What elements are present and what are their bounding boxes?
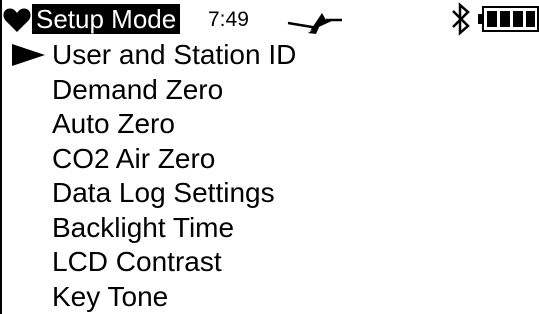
menu-item-auto-zero[interactable]: Auto Zero bbox=[0, 107, 539, 142]
mode-title: Setup Mode bbox=[32, 4, 181, 34]
menu-item-key-tone[interactable]: Key Tone bbox=[0, 280, 539, 314]
device-screen: Setup Mode 7:49 User and Station ID Dema… bbox=[0, 0, 539, 314]
menu-item-label: Data Log Settings bbox=[52, 177, 275, 208]
menu-item-user-and-station-id[interactable]: User and Station ID bbox=[0, 38, 539, 73]
menu-item-label: Backlight Time bbox=[52, 211, 235, 243]
menu-item-label: Demand Zero bbox=[52, 73, 224, 105]
battery-icon bbox=[478, 6, 539, 32]
menu-item-data-log-settings[interactable]: Data Log Settings bbox=[0, 176, 539, 211]
menu-item-label: Key Tone bbox=[52, 280, 169, 312]
menu-item-label: User and Station ID bbox=[52, 39, 297, 70]
heart-icon bbox=[3, 8, 31, 32]
selector-arrow-icon bbox=[12, 44, 45, 66]
bluetooth-icon bbox=[452, 2, 470, 36]
signal-icon bbox=[287, 13, 342, 34]
setup-menu: User and Station ID Demand Zero Auto Zer… bbox=[0, 38, 539, 314]
menu-item-label: LCD Contrast bbox=[52, 246, 222, 277]
status-bar: Setup Mode 7:49 bbox=[0, 0, 539, 40]
clock: 7:49 bbox=[208, 8, 249, 31]
menu-item-demand-zero[interactable]: Demand Zero bbox=[0, 73, 539, 108]
menu-item-label: Auto Zero bbox=[52, 108, 175, 139]
menu-item-co2-air-zero[interactable]: CO2 Air Zero bbox=[0, 142, 539, 177]
menu-item-backlight-time[interactable]: Backlight Time bbox=[0, 211, 539, 246]
menu-item-label: CO2 Air Zero bbox=[52, 142, 216, 174]
menu-item-lcd-contrast[interactable]: LCD Contrast bbox=[0, 245, 539, 280]
